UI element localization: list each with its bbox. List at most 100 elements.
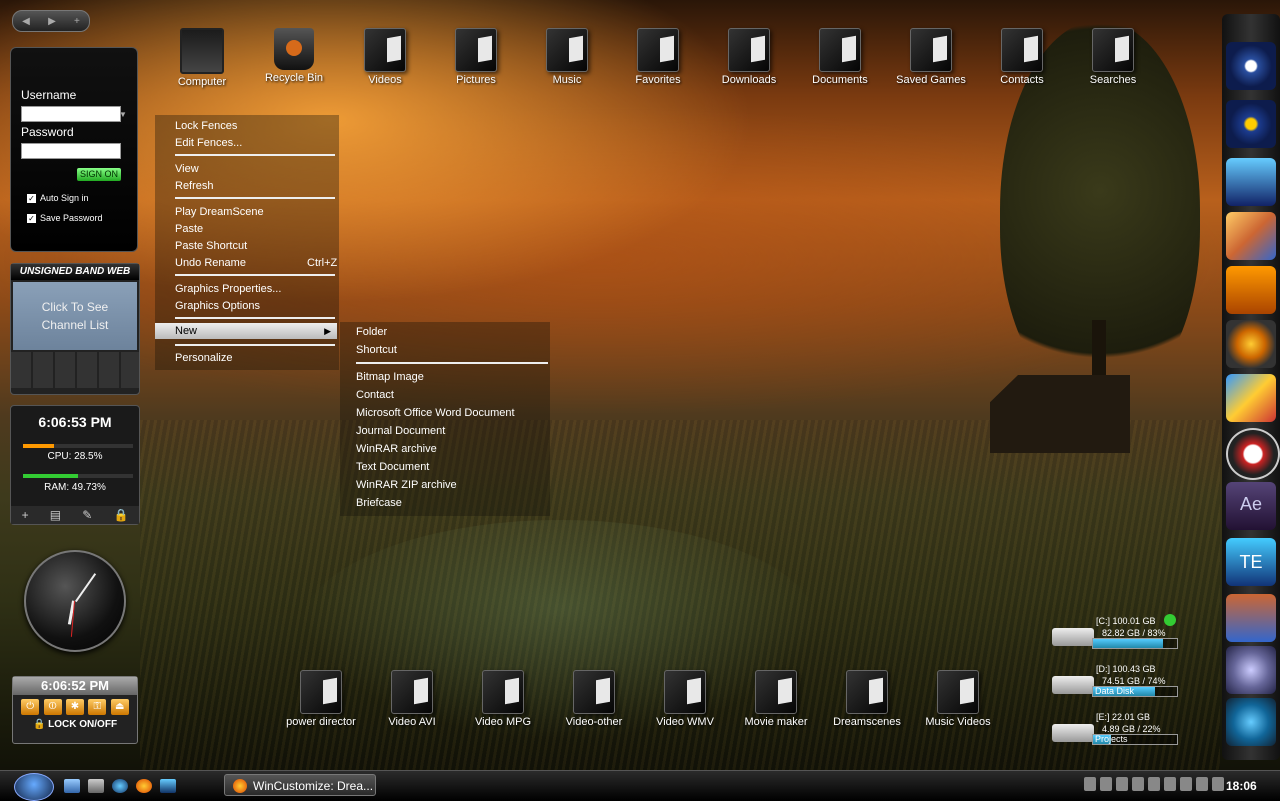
wrench-icon[interactable]: ✎ [82, 508, 92, 522]
submenu-item-journal[interactable]: Journal Document [356, 423, 445, 439]
submenu-item-contact[interactable]: Contact [356, 387, 394, 403]
save-password-checkbox[interactable]: ✓ Save Password [27, 213, 103, 223]
menu-item-lock-fences[interactable]: Lock Fences [175, 118, 237, 134]
desktop-icon-computer[interactable]: Computer [162, 28, 242, 88]
sign-on-button[interactable]: SIGN ON [77, 168, 121, 181]
add-icon[interactable]: + [22, 508, 29, 522]
submenu-item-shortcut[interactable]: Shortcut [356, 342, 397, 358]
start-button[interactable] [14, 773, 54, 801]
band-web-controls[interactable] [11, 352, 139, 388]
volume-icon[interactable] [1212, 777, 1224, 791]
desktop-icon-power-director[interactable]: power director [281, 670, 361, 728]
drive-d[interactable]: [D:] 100.43 GB 74.51 GB / 74% Data Disk [1052, 664, 1182, 704]
forward-arrow-icon[interactable]: ▶ [48, 16, 56, 27]
desktop-icon-movie-maker[interactable]: Movie maker [736, 670, 816, 728]
desktop-icon-downloads[interactable]: Downloads [709, 28, 789, 86]
menu-item-personalize[interactable]: Personalize [175, 350, 232, 366]
paint-palette-icon[interactable] [1226, 212, 1276, 260]
menu-item-graphics-properties[interactable]: Graphics Properties... [175, 281, 281, 297]
key-icon[interactable]: ⚿ [88, 699, 107, 715]
firefox-icon[interactable] [136, 779, 152, 793]
tray-app-icon[interactable] [1100, 777, 1112, 791]
desktop-icon-video-mpg[interactable]: Video MPG [463, 670, 543, 728]
film-strip-icon[interactable] [1226, 594, 1276, 642]
desktop-icon-contacts[interactable]: Contacts [982, 28, 1062, 86]
menu-item-graphics-options[interactable]: Graphics Options [175, 298, 260, 314]
desktop-icon-recycle-bin[interactable]: Recycle Bin [254, 28, 334, 84]
login-gadget: Username ▼ Password SIGN ON ✓ Auto Sign i… [10, 47, 138, 252]
settings-icon[interactable]: ✱ [65, 699, 84, 715]
desktop-icon-saved-games[interactable]: Saved Games [891, 28, 971, 86]
desktop-icon-dreamscenes[interactable]: Dreamscenes [827, 670, 907, 728]
power-icon[interactable] [1196, 777, 1208, 791]
add-gadget-icon[interactable]: + [74, 16, 80, 27]
lightning-icon[interactable] [1226, 320, 1276, 368]
menu-item-paste-shortcut[interactable]: Paste Shortcut [175, 238, 247, 254]
password-input[interactable] [21, 143, 121, 159]
chevron-down-icon[interactable]: ▼ [119, 110, 127, 119]
auto-sign-in-checkbox[interactable]: ✓ Auto Sign in [27, 193, 89, 203]
media-icon[interactable] [160, 779, 176, 793]
taskbar-clock[interactable]: 18:06 [1226, 779, 1257, 793]
channel-list-screen[interactable]: Click To See Channel List [13, 282, 137, 350]
back-arrow-icon[interactable]: ◀ [22, 16, 30, 27]
submenu-item-text-document[interactable]: Text Document [356, 459, 429, 475]
submenu-item-bitmap[interactable]: Bitmap Image [356, 369, 424, 385]
menu-item-view[interactable]: View [175, 161, 199, 177]
tray-app-icon[interactable] [1084, 777, 1096, 791]
desktop-icon-video-other[interactable]: Video-other [554, 670, 634, 728]
shutdown-icon[interactable]: ⏼ [43, 699, 62, 715]
submenu-item-folder[interactable]: Folder [356, 324, 387, 340]
tray-app-icon[interactable] [1116, 777, 1128, 791]
gadget-nav-bar[interactable]: ◀ ▶ + [12, 10, 90, 32]
desktop-icon-video-wmv[interactable]: Video WMV [645, 670, 725, 728]
safely-remove-icon[interactable] [1180, 777, 1192, 791]
submenu-item-winrar-zip[interactable]: WinRAR ZIP archive [356, 477, 457, 493]
director-chair-icon[interactable] [1226, 428, 1280, 480]
checkbox-checked-icon[interactable]: ✓ [27, 193, 36, 203]
desktop-icon-videos[interactable]: Videos [345, 28, 425, 86]
username-input[interactable] [21, 106, 121, 122]
network-icon[interactable] [1164, 777, 1176, 791]
desktop-icon-favorites[interactable]: Favorites [618, 28, 698, 86]
drive-e[interactable]: [E:] 22.01 GB 4.89 GB / 22% Projects [1052, 712, 1182, 752]
nero-icon[interactable] [1226, 266, 1276, 314]
dvd-icon[interactable] [1226, 42, 1276, 90]
switch-windows-icon[interactable] [88, 779, 104, 793]
refresh-icon[interactable] [1164, 614, 1176, 626]
taskbar-button-wincustomize[interactable]: WinCustomize: Drea... [224, 774, 376, 796]
paint-icon[interactable] [1226, 374, 1276, 422]
lock-icon[interactable]: 🔒 [113, 508, 128, 522]
submenu-item-briefcase[interactable]: Briefcase [356, 495, 402, 511]
checkbox-checked-icon[interactable]: ✓ [27, 213, 36, 223]
menu-item-paste[interactable]: Paste [175, 221, 203, 237]
menu-item-refresh[interactable]: Refresh [175, 178, 214, 194]
crystal-icon[interactable] [1226, 646, 1276, 694]
meter-icon[interactable]: ▤ [50, 508, 61, 522]
lock-toggle[interactable]: 🔒 LOCK ON/OFF [13, 719, 137, 730]
submenu-item-word-document[interactable]: Microsoft Office Word Document [356, 405, 515, 421]
desktop-icon-video-avi[interactable]: Video AVI [372, 670, 452, 728]
monitor-icon[interactable] [1226, 158, 1276, 206]
show-desktop-icon[interactable] [64, 779, 80, 793]
internet-explorer-icon[interactable] [112, 779, 128, 793]
film-icon[interactable]: TE [1226, 538, 1276, 586]
after-effects-icon[interactable]: Ae [1226, 482, 1276, 530]
desktop-icon-documents[interactable]: Documents [800, 28, 880, 86]
menu-item-undo-rename[interactable]: Undo Rename Ctrl+Z [175, 255, 337, 271]
drive-c[interactable]: [C:] 100.01 GB 82.82 GB / 83% [1052, 614, 1182, 656]
eject-icon[interactable]: ⏏ [110, 699, 129, 715]
desktop-icon-music[interactable]: Music [527, 28, 607, 86]
menu-item-edit-fences[interactable]: Edit Fences... [175, 135, 242, 151]
menu-item-play-dreamscene[interactable]: Play DreamScene [175, 204, 264, 220]
desktop-icon-searches[interactable]: Searches [1073, 28, 1153, 86]
media-player-icon[interactable] [1226, 100, 1276, 148]
tray-app-icon[interactable] [1148, 777, 1160, 791]
tray-app-icon[interactable] [1132, 777, 1144, 791]
settings-icon[interactable] [1226, 698, 1276, 746]
menu-item-new[interactable]: New ▶ [155, 323, 337, 339]
desktop-icon-music-videos[interactable]: Music Videos [918, 670, 998, 728]
desktop-icon-pictures[interactable]: Pictures [436, 28, 516, 86]
submenu-item-winrar[interactable]: WinRAR archive [356, 441, 437, 457]
power-icon[interactable]: ⏻ [21, 699, 40, 715]
